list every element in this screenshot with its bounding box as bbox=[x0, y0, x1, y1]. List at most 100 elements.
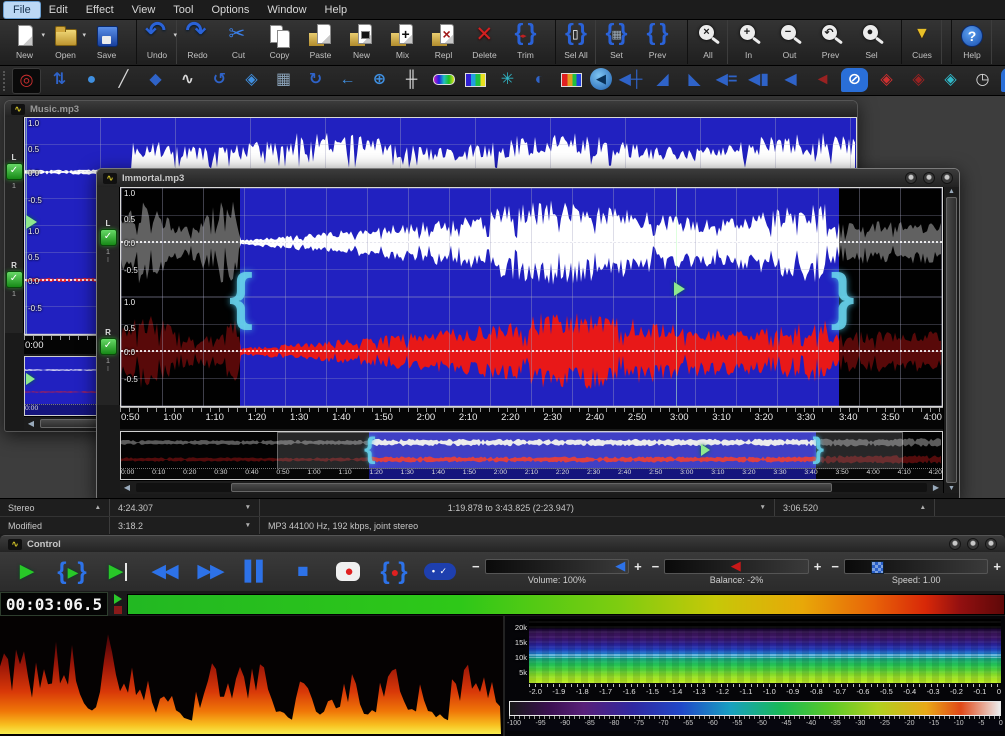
playback-speaker-icon[interactable]: ◀ bbox=[590, 68, 612, 90]
menu-window[interactable]: Window bbox=[258, 2, 315, 18]
mix-button[interactable]: Mix bbox=[382, 20, 423, 64]
set-selection-button[interactable]: ▦ Set bbox=[596, 20, 637, 64]
cues-button[interactable]: Cues bbox=[901, 20, 942, 64]
playback-marker-icon[interactable] bbox=[26, 215, 37, 229]
volume-flag-icon[interactable]: ◣ bbox=[681, 68, 708, 92]
pause-button[interactable]: {▌▌} bbox=[234, 555, 278, 588]
notes-icon[interactable]: ❏ bbox=[1001, 68, 1005, 92]
playback-marker-icon[interactable] bbox=[674, 282, 685, 296]
balance-track[interactable]: ◀ bbox=[664, 559, 808, 574]
close-icon[interactable] bbox=[985, 538, 997, 550]
swirl-icon[interactable]: ↻ bbox=[302, 68, 329, 92]
selection-end-marker[interactable]: } bbox=[830, 266, 854, 328]
record-mode-button[interactable]: {• ✓} bbox=[418, 555, 462, 588]
interpolate-icon[interactable]: ✳ bbox=[494, 68, 521, 92]
immortal-horizontal-scrollbar[interactable]: ◀ ▶ bbox=[120, 480, 943, 494]
selection-range-cell[interactable]: 1:19.878 to 3:43.825 (2:23.947)▼ bbox=[260, 499, 775, 516]
select-all-button[interactable]: ▯ Sel All bbox=[555, 20, 596, 64]
disable-gain-icon[interactable]: ◎ bbox=[12, 68, 41, 94]
menu-options[interactable]: Options bbox=[202, 2, 258, 18]
cue-green-diamond-icon[interactable]: ◈ bbox=[905, 68, 932, 92]
offset-left-icon[interactable]: ← bbox=[334, 68, 361, 92]
paste-new-button[interactable]: New bbox=[341, 20, 382, 64]
speed-increase-button[interactable]: + bbox=[993, 560, 1001, 573]
music-window-titlebar[interactable]: ∿ Music.mp3 bbox=[5, 101, 857, 117]
menu-edit[interactable]: Edit bbox=[40, 2, 77, 18]
selection-start-marker[interactable]: { bbox=[229, 266, 253, 328]
zoom-previous-button[interactable]: ↶ Prev bbox=[810, 20, 851, 64]
volume-slider-icon[interactable]: ◀┼ bbox=[617, 68, 644, 92]
pitch-pill-icon[interactable] bbox=[430, 68, 457, 92]
toolbar-grip[interactable] bbox=[3, 71, 5, 91]
volume-track[interactable]: ◀ bbox=[485, 559, 629, 574]
flange-icon[interactable]: ◈ bbox=[238, 68, 265, 92]
menu-effect[interactable]: Effect bbox=[77, 2, 123, 18]
menu-file[interactable]: File bbox=[4, 2, 40, 18]
help-button[interactable]: Help bbox=[951, 20, 992, 64]
volume-ramp-icon[interactable]: ◢ bbox=[649, 68, 676, 92]
overview-selection-end[interactable]: } bbox=[812, 434, 824, 464]
balance-handle-speaker-icon[interactable]: ◀ bbox=[731, 559, 741, 572]
scroll-left-icon[interactable]: ◀ bbox=[120, 483, 134, 492]
play-selection-button[interactable]: {▶} bbox=[50, 555, 94, 588]
scroll-left-icon[interactable]: ◀ bbox=[24, 419, 38, 428]
cue-points-icon[interactable]: ◄ bbox=[809, 68, 836, 92]
spectrum-filter-icon[interactable] bbox=[462, 68, 489, 92]
stop-button[interactable]: {■} bbox=[280, 555, 324, 588]
overview-marker-icon[interactable] bbox=[701, 444, 710, 456]
clock-icon[interactable]: ◷ bbox=[969, 68, 996, 92]
reverse-icon[interactable]: ↺ bbox=[206, 68, 233, 92]
spectrum-analyzer[interactable] bbox=[0, 616, 505, 736]
overview-selection-start[interactable]: { bbox=[364, 434, 376, 464]
scroll-up-icon[interactable]: ▲ bbox=[948, 188, 955, 195]
immortal-overview-strip[interactable]: { } 0:000:100:200:300:400:501:001:101:20… bbox=[120, 431, 943, 480]
right-channel-checkbox[interactable]: ✓ bbox=[6, 271, 23, 288]
position-cell[interactable]: 3:06.520▲ bbox=[775, 499, 935, 516]
record-selection-button[interactable]: {●} bbox=[372, 555, 416, 588]
maximize-icon[interactable] bbox=[967, 538, 979, 550]
zoom-all-button[interactable]: × All bbox=[687, 20, 728, 64]
immortal-vertical-scrollbar[interactable]: ▲ ▼ bbox=[943, 187, 959, 493]
redo-button[interactable]: Redo bbox=[177, 20, 218, 64]
new-button[interactable]: ▾ New bbox=[4, 20, 45, 64]
minimize-icon[interactable] bbox=[905, 172, 917, 184]
left-channel-checkbox[interactable]: ✓ bbox=[100, 229, 117, 246]
scroll-down-icon[interactable]: ▼ bbox=[948, 485, 955, 492]
minimize-icon[interactable] bbox=[949, 538, 961, 550]
channel-mode-cell[interactable]: Stereo▲ bbox=[0, 499, 110, 516]
spectrogram-panel[interactable]: 20k15k10k5k -2.0-1.9-1.8-1.7-1.6-1.5-1.4… bbox=[505, 616, 1005, 736]
noise-wave-icon[interactable]: ∿ bbox=[174, 68, 201, 92]
zoom-selection-button[interactable]: ● Sel bbox=[851, 20, 892, 64]
immortal-waveform-plot[interactable]: 1.00.50.0-0.5 1.00.50.0-0.5 { } bbox=[120, 187, 943, 407]
eq-sliders-icon[interactable]: ╫ bbox=[398, 68, 425, 92]
adjust-markers-icon[interactable]: ⇅ bbox=[46, 68, 73, 92]
zoom-out-button[interactable]: − Out bbox=[769, 20, 810, 64]
pan-icon[interactable]: ◐ bbox=[526, 68, 553, 92]
speed-handle[interactable] bbox=[871, 561, 884, 574]
cue-cyan-diamond-icon[interactable]: ◈ bbox=[937, 68, 964, 92]
play-from-marker-button[interactable]: {▶} bbox=[96, 555, 140, 588]
immortal-window-titlebar[interactable]: ∿ Immortal.mp3 bbox=[97, 169, 959, 187]
zoom-in-button[interactable]: + In bbox=[728, 20, 769, 64]
playback-marker-line[interactable] bbox=[676, 188, 677, 406]
copy-button[interactable]: Copy bbox=[259, 20, 300, 64]
cut-button[interactable]: Cut bbox=[218, 20, 259, 64]
cue-red-diamond-icon[interactable]: ◈ bbox=[873, 68, 900, 92]
draw-line-icon[interactable]: ╱ bbox=[110, 68, 137, 92]
delete-button[interactable]: Delete bbox=[464, 20, 505, 64]
zoom-cell[interactable]: 3:18.2▼ bbox=[110, 517, 260, 534]
balance-right-button[interactable]: + bbox=[814, 560, 822, 573]
speed-decrease-button[interactable]: − bbox=[831, 560, 839, 573]
scroll-right-icon[interactable]: ▶ bbox=[929, 483, 943, 492]
left-channel-checkbox[interactable]: ✓ bbox=[6, 163, 23, 180]
color-mixer-icon[interactable] bbox=[558, 68, 585, 92]
speaker-dots-icon[interactable]: ◀ bbox=[777, 68, 804, 92]
play-button[interactable]: {▶} bbox=[4, 555, 48, 588]
close-icon[interactable] bbox=[941, 172, 953, 184]
match-volume-icon[interactable]: ◀= bbox=[713, 68, 740, 92]
overview-marker-icon[interactable] bbox=[26, 373, 35, 385]
previous-selection-button[interactable]: Prev bbox=[637, 20, 678, 64]
menu-help[interactable]: Help bbox=[316, 2, 357, 18]
volume-increase-button[interactable]: + bbox=[634, 560, 642, 573]
volume-decrease-button[interactable]: − bbox=[472, 560, 480, 573]
